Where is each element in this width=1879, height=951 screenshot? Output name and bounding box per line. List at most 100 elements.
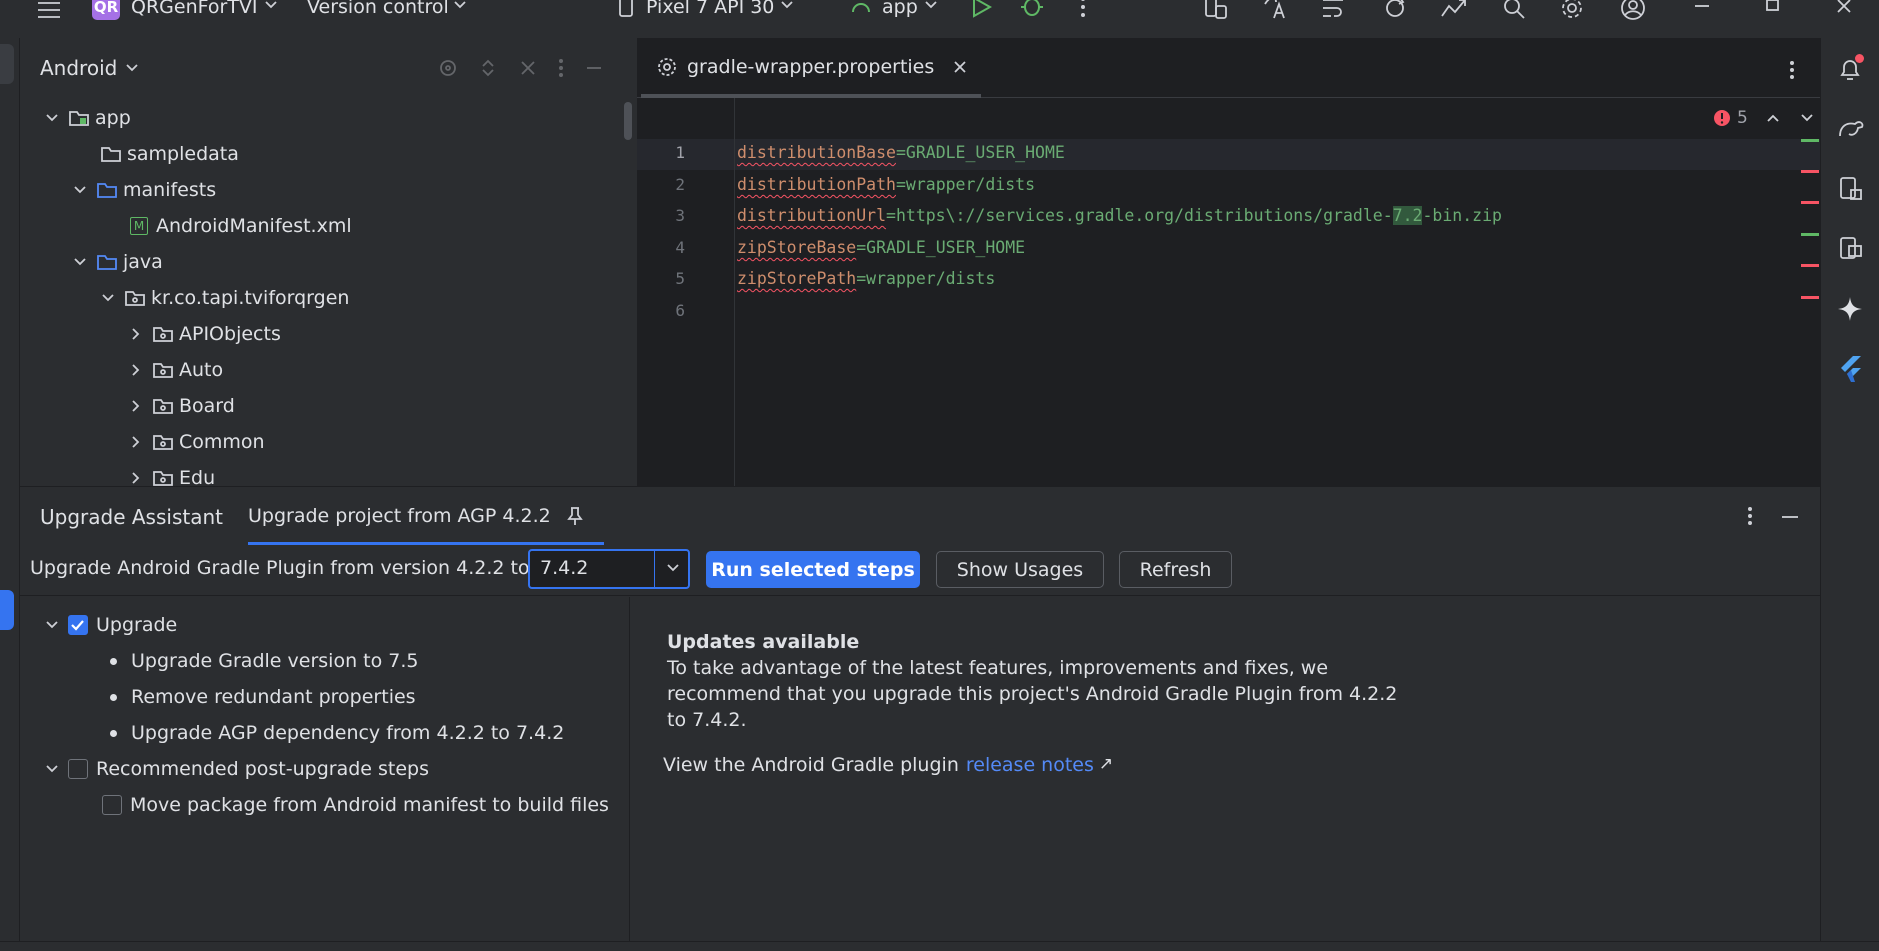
- show-usages-button[interactable]: Show Usages: [936, 551, 1104, 588]
- tree-item-apiobjects[interactable]: APIObjects: [128, 318, 281, 350]
- hide-window-icon[interactable]: [1780, 507, 1800, 527]
- debug-icon[interactable]: [1020, 0, 1044, 18]
- step-item[interactable]: Remove redundant properties: [110, 681, 416, 713]
- settings-gear-icon[interactable]: [1560, 0, 1584, 20]
- options-icon[interactable]: [1747, 506, 1753, 526]
- code-line[interactable]: distributionUrl=https\://services.gradle…: [737, 206, 1502, 225]
- running-devices-icon[interactable]: [1837, 236, 1863, 262]
- tree-item-label: app: [95, 107, 131, 129]
- chevron-down-icon[interactable]: [780, 0, 794, 10]
- tree-item-common[interactable]: Common: [128, 426, 265, 458]
- project-name[interactable]: QRGenForTVI: [131, 0, 258, 18]
- refresh-button[interactable]: Refresh: [1119, 551, 1232, 588]
- chevron-down-icon[interactable]: [44, 110, 60, 126]
- chevron-right-icon[interactable]: [128, 434, 144, 450]
- chevron-down-icon[interactable]: [924, 0, 938, 10]
- gradle-icon[interactable]: [1837, 116, 1865, 140]
- expand-all-icon[interactable]: [478, 58, 498, 78]
- device-manager-icon[interactable]: [1202, 0, 1228, 20]
- maximize-icon[interactable]: [1765, 0, 1781, 12]
- chevron-down-icon[interactable]: [1800, 113, 1814, 123]
- upgrade-checkbox[interactable]: [68, 615, 88, 635]
- close-window-icon[interactable]: [1836, 0, 1852, 14]
- line-number: 2: [675, 175, 685, 194]
- tree-item-label: manifests: [123, 179, 217, 201]
- project-badge[interactable]: QR: [92, 0, 120, 20]
- gemini-icon[interactable]: [1837, 296, 1863, 322]
- tab-options-icon[interactable]: [1789, 60, 1795, 80]
- move-package-checkbox[interactable]: [102, 795, 122, 815]
- chevron-down-icon[interactable]: [264, 0, 278, 10]
- device-file-icon[interactable]: [1837, 176, 1863, 202]
- release-notes-link[interactable]: release notes: [966, 754, 1094, 776]
- format-icon[interactable]: [1320, 0, 1346, 20]
- external-link-icon[interactable]: ↗: [1099, 754, 1113, 776]
- property-key: zipStorePath: [737, 269, 857, 288]
- splitter[interactable]: [629, 597, 630, 942]
- chevron-up-icon[interactable]: [1766, 113, 1780, 123]
- flutter-icon[interactable]: [1839, 356, 1863, 384]
- code-line[interactable]: zipStorePath=wrapper/dists: [737, 269, 995, 288]
- collapse-all-icon[interactable]: [518, 58, 538, 78]
- step-group-post-upgrade[interactable]: Recommended post-upgrade steps: [44, 753, 429, 785]
- more-actions-icon[interactable]: [1080, 0, 1086, 18]
- step-item[interactable]: Upgrade Gradle version to 7.5: [110, 645, 418, 677]
- project-view-selector[interactable]: Android: [40, 56, 139, 80]
- upgrade-assistant-tool-button[interactable]: [0, 590, 14, 630]
- code-line[interactable]: distributionPath=wrapper/dists: [737, 175, 1035, 194]
- project-tool-button[interactable]: [0, 44, 14, 84]
- minimize-icon[interactable]: [1694, 0, 1710, 12]
- tree-item-sampledata[interactable]: sampledata: [100, 138, 239, 170]
- version-combobox[interactable]: 7.4.2: [528, 549, 690, 589]
- chevron-down-icon[interactable]: [72, 182, 88, 198]
- tree-item-app[interactable]: app: [44, 102, 131, 134]
- project-panel: Android app sampledata manifests M Andro…: [20, 38, 637, 486]
- tree-item-edu[interactable]: Edu: [128, 462, 215, 486]
- pin-icon[interactable]: [566, 506, 583, 526]
- main-menu-icon[interactable]: [36, 0, 62, 22]
- close-tab-icon[interactable]: [954, 61, 966, 73]
- tree-item-auto[interactable]: Auto: [128, 354, 223, 386]
- locate-icon[interactable]: [438, 58, 458, 78]
- chevron-down-icon[interactable]: [44, 761, 60, 777]
- chevron-right-icon[interactable]: [128, 326, 144, 342]
- chevron-right-icon[interactable]: [128, 398, 144, 414]
- tree-item-java[interactable]: java: [72, 246, 163, 278]
- chevron-right-icon[interactable]: [128, 470, 144, 486]
- post-upgrade-checkbox[interactable]: [68, 759, 88, 779]
- search-icon[interactable]: [1502, 0, 1526, 20]
- hide-panel-icon[interactable]: [584, 58, 604, 78]
- chevron-right-icon[interactable]: [128, 362, 144, 378]
- account-icon[interactable]: [1620, 0, 1646, 20]
- sync-icon[interactable]: [1382, 0, 1408, 20]
- chevron-down-icon[interactable]: [100, 290, 116, 306]
- tree-scrollbar[interactable]: [624, 102, 632, 140]
- code-line[interactable]: zipStoreBase=GRADLE_USER_HOME: [737, 238, 1025, 257]
- run-icon[interactable]: [970, 0, 992, 18]
- upgrade-tab[interactable]: Upgrade project from AGP 4.2.2: [248, 505, 583, 527]
- editor-tab[interactable]: gradle-wrapper.properties: [657, 56, 966, 78]
- device-icon[interactable]: [617, 0, 635, 18]
- tree-item-package[interactable]: kr.co.tapi.tviforqrgen: [100, 282, 349, 314]
- device-selector[interactable]: Pixel 7 API 30: [646, 0, 774, 18]
- chevron-down-icon[interactable]: [453, 0, 467, 10]
- chevron-down-icon[interactable]: [666, 563, 680, 573]
- code-line[interactable]: distributionBase=GRADLE_USER_HOME: [737, 143, 1065, 162]
- details-body-line: To take advantage of the latest features…: [667, 657, 1329, 679]
- step-group-upgrade[interactable]: Upgrade: [44, 609, 177, 641]
- translate-icon[interactable]: [1262, 0, 1288, 20]
- problems-indicator[interactable]: 5: [1713, 108, 1814, 128]
- chevron-down-icon[interactable]: [44, 617, 60, 633]
- tree-item-board[interactable]: Board: [128, 390, 235, 422]
- run-selected-steps-button[interactable]: Run selected steps: [706, 551, 920, 588]
- chevron-down-icon[interactable]: [72, 254, 88, 270]
- analyze-icon[interactable]: [1440, 0, 1468, 20]
- options-icon[interactable]: [558, 58, 564, 78]
- tree-item-manifests[interactable]: manifests: [72, 174, 216, 206]
- step-item[interactable]: Upgrade AGP dependency from 4.2.2 to 7.4…: [110, 717, 564, 749]
- tree-item-androidmanifest[interactable]: M AndroidManifest.xml: [130, 210, 352, 242]
- version-control-menu[interactable]: Version control: [307, 0, 449, 18]
- step-item[interactable]: Move package from Android manifest to bu…: [102, 789, 609, 821]
- notifications-icon[interactable]: [1837, 54, 1864, 82]
- run-config-selector[interactable]: app: [882, 0, 918, 18]
